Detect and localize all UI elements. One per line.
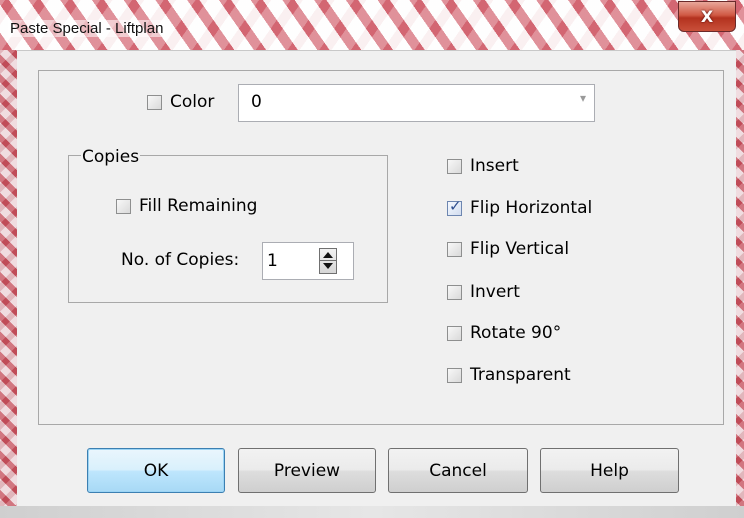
copies-count-label: No. of Copies:	[121, 250, 240, 270]
spinner-divider	[320, 260, 336, 261]
transparent-label: Transparent	[470, 365, 571, 385]
window-bottom-border	[0, 506, 744, 518]
flip-horizontal-checkbox[interactable]: ✓	[447, 197, 462, 216]
invert-checkbox[interactable]	[447, 285, 462, 300]
window-title: Paste Special - Liftplan	[8, 20, 166, 37]
flip-horizontal-label: Flip Horizontal	[470, 198, 593, 218]
copies-group-label: Copies	[81, 147, 141, 167]
rotate-90-checkbox[interactable]	[447, 326, 462, 341]
help-button[interactable]: Help	[540, 448, 679, 493]
spinner-buttons[interactable]	[319, 248, 337, 274]
cancel-button[interactable]: Cancel	[388, 448, 528, 493]
arrow-up-icon[interactable]	[323, 252, 333, 258]
chevron-down-icon[interactable]: ▾	[580, 91, 586, 105]
flip-vertical-label: Flip Vertical	[470, 239, 570, 259]
fill-remaining-checkbox[interactable]	[116, 199, 131, 214]
insert-label: Insert	[470, 156, 519, 176]
ok-button[interactable]: OK	[87, 448, 225, 493]
invert-label: Invert	[470, 282, 520, 302]
transparent-checkbox[interactable]	[447, 368, 462, 383]
rotate-90-label: Rotate 90°	[470, 323, 562, 343]
close-button[interactable]: X	[678, 1, 736, 32]
copies-count-spinner[interactable]: 1	[262, 242, 354, 280]
ok-button-label: OK	[143, 460, 169, 481]
cancel-button-label: Cancel	[429, 460, 487, 481]
title-bar[interactable]: Paste Special - Liftplan X	[0, 0, 744, 50]
close-icon: X	[700, 7, 714, 26]
copies-count-value: 1	[267, 251, 278, 271]
copies-group	[68, 155, 388, 303]
color-checkbox[interactable]	[147, 95, 162, 110]
dialog-body: Color 0 ▾ Copies Fill Remaining No. of C…	[17, 50, 736, 507]
flip-vertical-checkbox[interactable]	[447, 242, 462, 257]
help-button-label: Help	[590, 460, 629, 481]
checkmark-icon: ✓	[449, 197, 462, 215]
arrow-down-icon[interactable]	[323, 263, 333, 269]
preview-button[interactable]: Preview	[238, 448, 376, 493]
color-label: Color	[170, 92, 215, 112]
fill-remaining-label: Fill Remaining	[139, 196, 258, 216]
color-combobox[interactable]: 0 ▾	[238, 84, 595, 122]
insert-checkbox[interactable]	[447, 159, 462, 174]
color-combobox-value: 0	[251, 92, 262, 112]
preview-button-label: Preview	[273, 460, 341, 481]
